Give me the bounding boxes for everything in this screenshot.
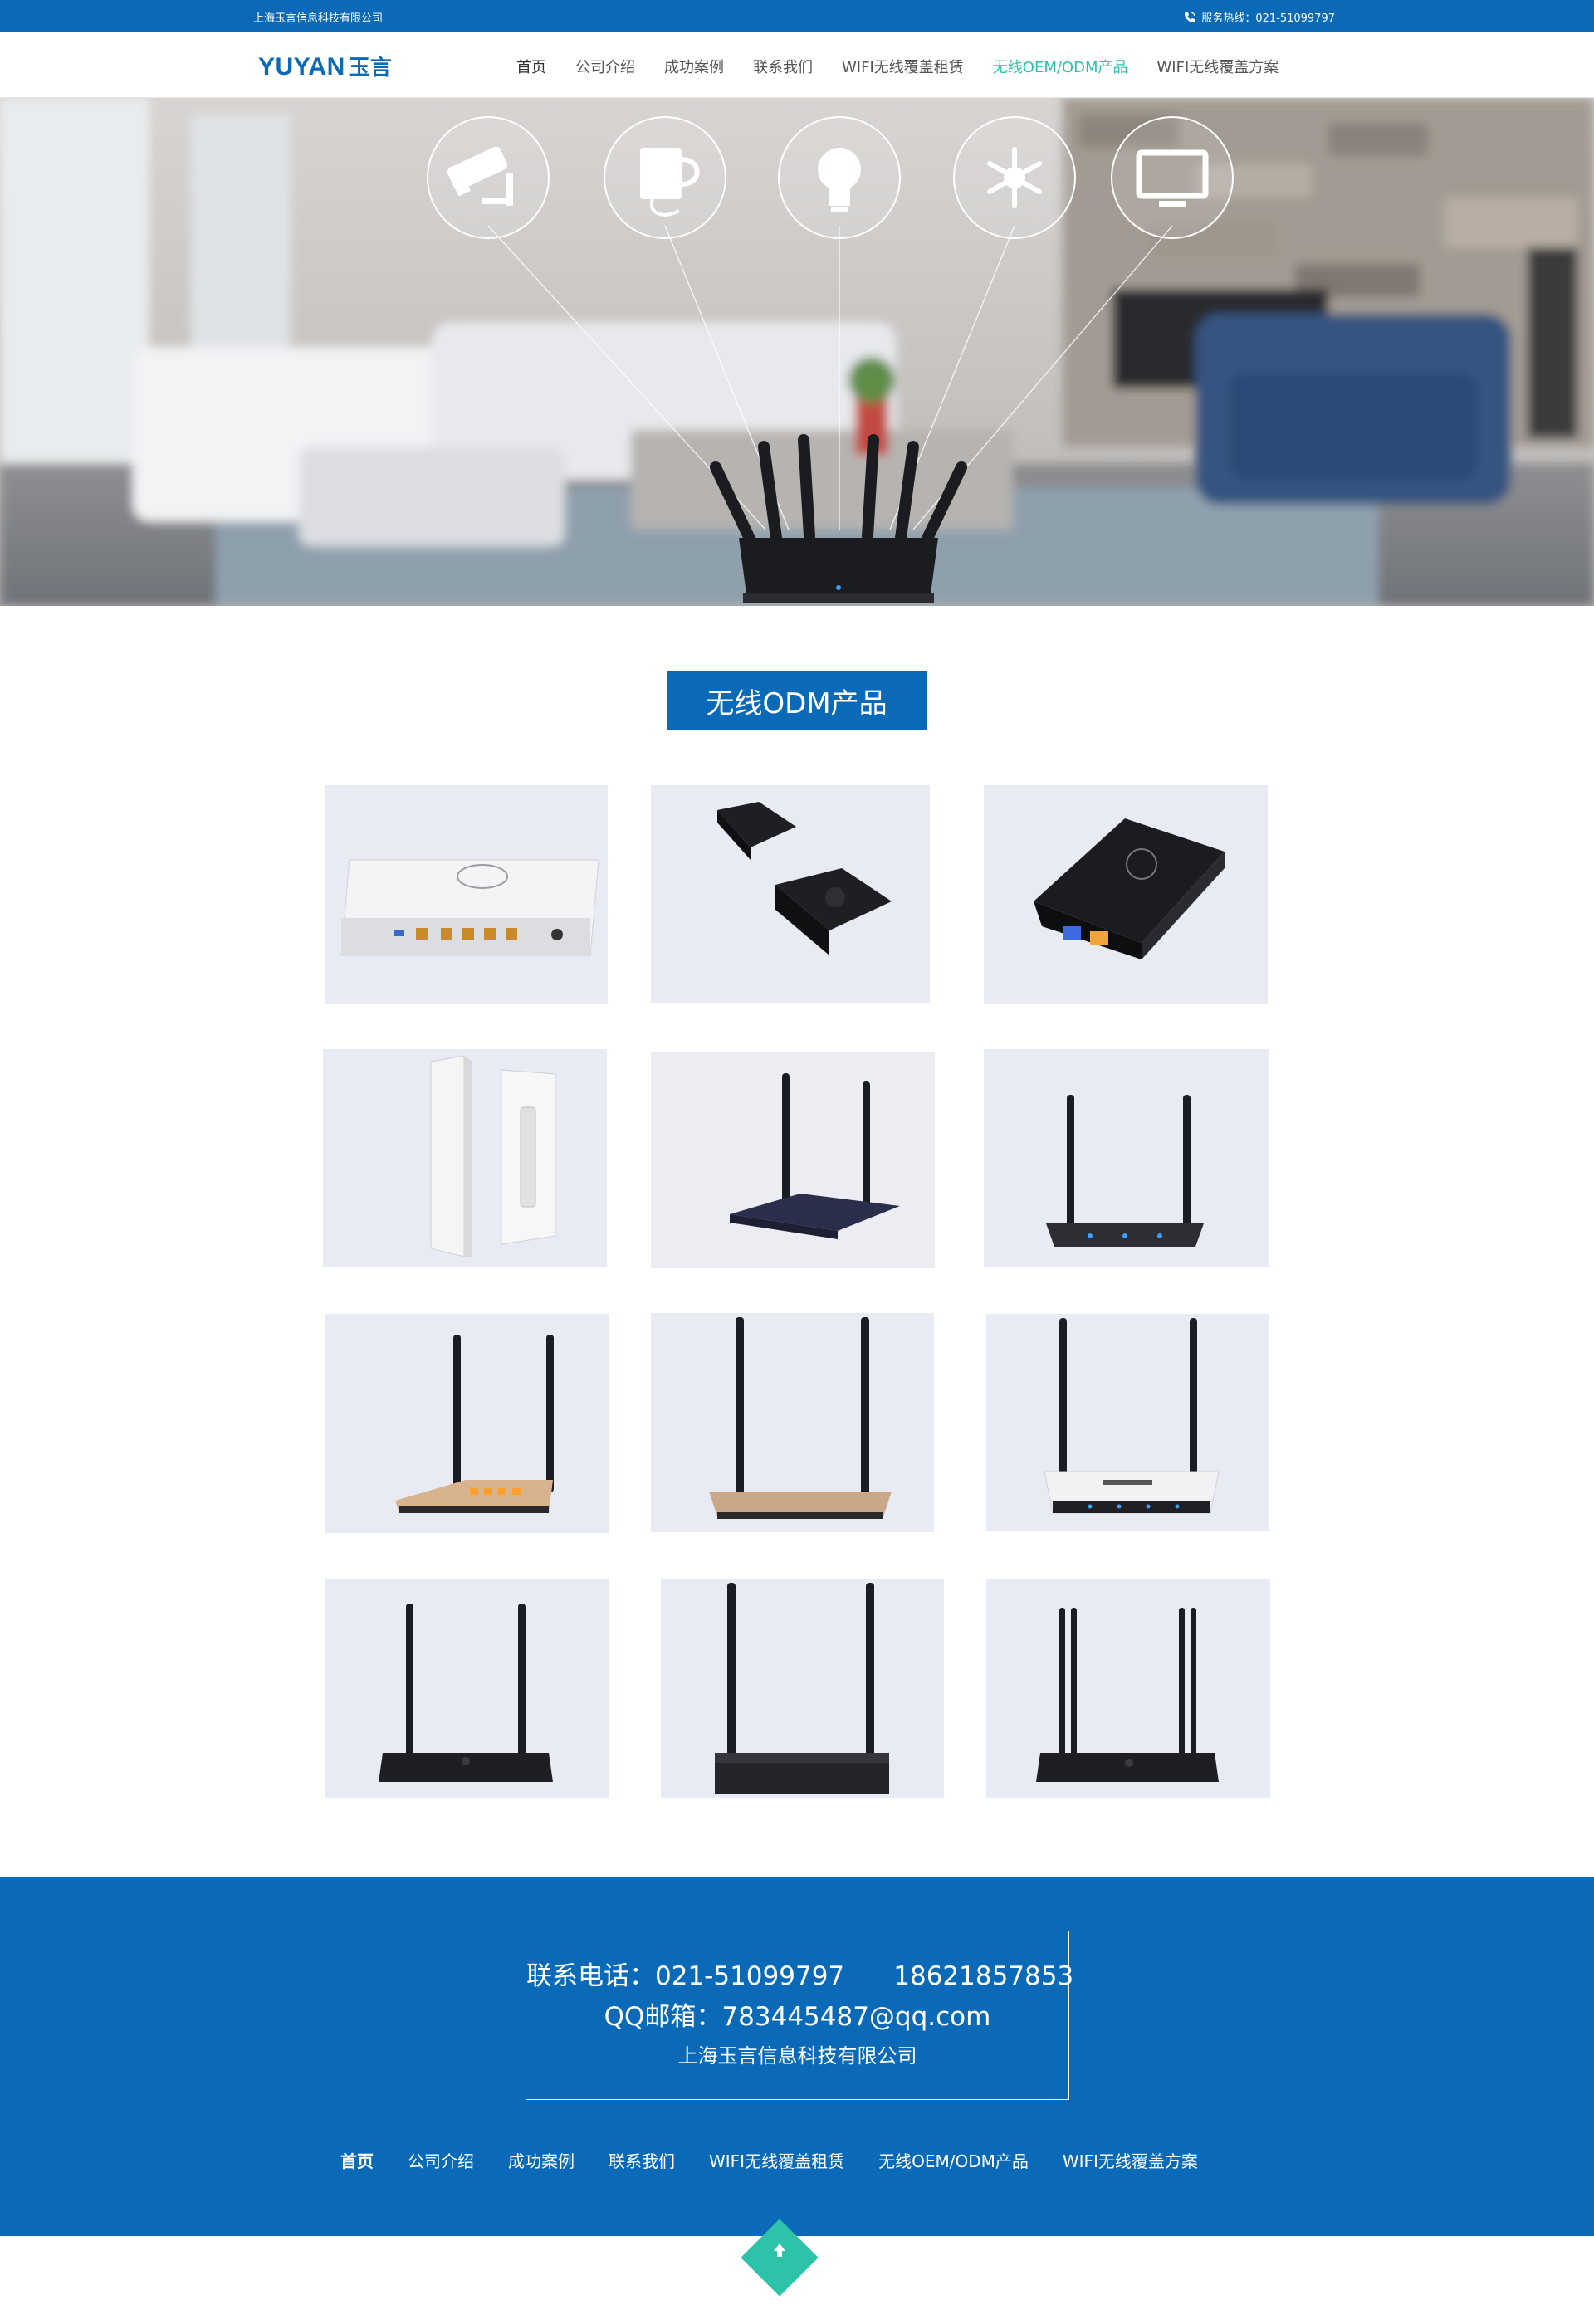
footer-nav-contact-us[interactable]: 联系我们	[609, 2148, 675, 2172]
footer-nav-wifi-solution[interactable]: WIFI无线覆盖方案	[1063, 2148, 1198, 2172]
outdoor-ap-white-icon	[323, 1049, 607, 1267]
product-card[interactable]	[986, 1579, 1270, 1798]
nav-wifi-rental[interactable]: WIFI无线覆盖租赁	[842, 56, 964, 77]
router-gold-2-antenna-front-icon	[651, 1313, 934, 1532]
product-card[interactable]	[661, 1579, 944, 1798]
site-logo[interactable]: YUYAN 玉言	[258, 51, 392, 81]
router-black-2-antenna-icon	[325, 1579, 609, 1798]
router-black-2-antenna-b-icon	[661, 1579, 944, 1798]
logo-chinese: 玉言	[348, 56, 392, 81]
contact-email: QQ邮箱：783445487@qq.com	[604, 2002, 991, 2032]
footer-nav-company-intro[interactable]: 公司介绍	[408, 2148, 474, 2172]
black-square-devices-icon	[651, 785, 930, 1003]
footer-nav: 首页 公司介绍 成功案例 联系我们 WIFI无线覆盖租赁 无线OEM/ODM产品…	[340, 2148, 1232, 2172]
footer-nav-success-cases[interactable]: 成功案例	[508, 2148, 575, 2172]
hero-illustration	[0, 98, 1594, 606]
footer-nav-wifi-rental[interactable]: WIFI无线覆盖租赁	[709, 2148, 844, 2172]
product-card[interactable]	[651, 785, 930, 1003]
product-card[interactable]	[984, 1049, 1269, 1267]
product-card[interactable]	[986, 1314, 1269, 1531]
site-footer: 联系电话：021-51099797 18621857853 QQ邮箱：78344…	[0, 1877, 1594, 2236]
product-card[interactable]	[325, 785, 608, 1004]
product-card[interactable]	[651, 1052, 935, 1268]
hotline-text: 服务热线：021-51099797	[1201, 12, 1335, 25]
product-card[interactable]	[325, 1314, 609, 1533]
footer-company-name: 上海玉言信息科技有限公司	[677, 2044, 917, 2068]
nav-home[interactable]: 首页	[516, 56, 546, 77]
section-title: 无线ODM产品	[667, 671, 927, 730]
router-white-box-icon	[325, 785, 608, 1004]
black-square-device-ports-icon	[984, 785, 1268, 1004]
main-nav: 首页 公司介绍 成功案例 联系我们 WIFI无线覆盖租赁 无线OEM/ODM产品…	[516, 56, 1308, 77]
nav-contact-us[interactable]: 联系我们	[753, 56, 813, 77]
product-card[interactable]	[651, 1313, 934, 1532]
nav-company-intro[interactable]: 公司介绍	[575, 56, 635, 77]
nav-oem-odm-products[interactable]: 无线OEM/ODM产品	[993, 56, 1128, 77]
product-card[interactable]	[323, 1049, 607, 1267]
footer-nav-home[interactable]: 首页	[340, 2148, 374, 2172]
footer-nav-oem-odm-products[interactable]: 无线OEM/ODM产品	[878, 2148, 1029, 2172]
hero-banner	[0, 98, 1594, 606]
logo-english: YUYAN	[258, 53, 345, 81]
contact-box: 联系电话：021-51099797 18621857853 QQ邮箱：78344…	[526, 1931, 1074, 2100]
router-dark-2-antenna-icon	[984, 1049, 1269, 1267]
router-black-4-antenna-icon	[986, 1579, 1270, 1798]
router-gold-2-antenna-icon	[325, 1314, 609, 1533]
back-to-top-button[interactable]	[734, 2212, 825, 2303]
router-navy-2-antenna-icon	[651, 1052, 935, 1268]
top-company-name: 上海玉言信息科技有限公司	[253, 12, 384, 25]
hotline: 服务热线：021-51099797	[1183, 9, 1335, 25]
nav-success-cases[interactable]: 成功案例	[664, 56, 724, 77]
product-card[interactable]	[984, 785, 1268, 1004]
product-card[interactable]	[325, 1579, 609, 1798]
site-header: YUYAN 玉言 首页 公司介绍 成功案例 联系我们 WIFI无线覆盖租赁 无线…	[0, 32, 1594, 98]
top-strip: 上海玉言信息科技有限公司 服务热线：021-51099797	[0, 0, 1594, 32]
nav-wifi-solution[interactable]: WIFI无线覆盖方案	[1156, 56, 1279, 77]
contact-phone: 联系电话：021-51099797 18621857853	[526, 1961, 1074, 1991]
router-white-2-antenna-icon	[986, 1314, 1269, 1531]
phone-icon	[1185, 11, 1196, 22]
